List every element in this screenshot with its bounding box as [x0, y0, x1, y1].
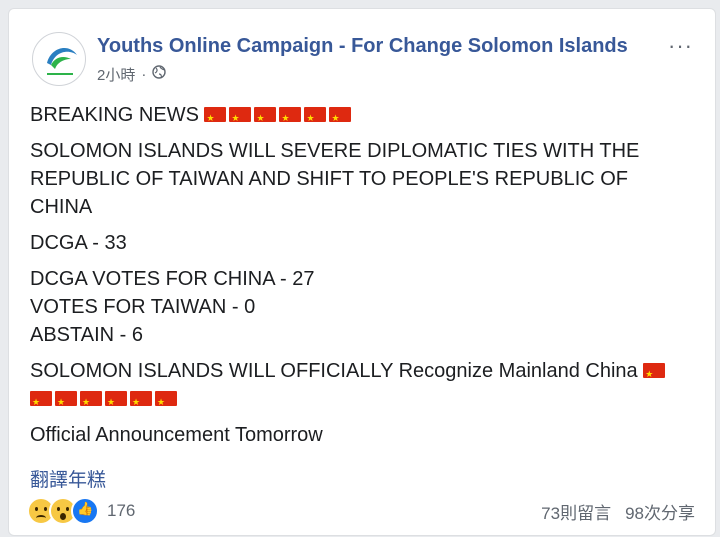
dcga-total-text: DCGA - 33	[30, 232, 127, 254]
china-flag-icon	[155, 389, 177, 417]
china-flag-icon	[55, 389, 77, 417]
china-flag-icon	[105, 389, 127, 417]
china-flag-icon	[130, 389, 152, 417]
abstain-text: ABSTAIN - 6	[30, 324, 143, 346]
translate-link[interactable]: 翻譯年糕	[30, 465, 106, 492]
recognize-paragraph: SOLOMON ISLANDS WILL OFFICIALLY Recogniz…	[30, 357, 695, 417]
post-body: BREAKING NEWS SOLOMON ISLANDS WILL SEVER…	[30, 101, 695, 457]
breaking-text: BREAKING NEWS	[30, 104, 199, 126]
shares-count-link[interactable]: 98次分享	[625, 499, 695, 524]
post-time[interactable]: 2小時	[97, 64, 135, 85]
post-card: Youths Online Campaign - For Change Solo…	[8, 8, 716, 536]
recognize-text: SOLOMON ISLANDS WILL OFFICIALLY Recogniz…	[30, 360, 638, 382]
severe-ties-text: SOLOMON ISLANDS WILL SEVERE DIPLOMATIC T…	[30, 140, 640, 218]
globe-icon	[152, 65, 167, 83]
china-flag-icon	[254, 105, 277, 133]
china-flag-icon	[279, 105, 302, 133]
like-reaction-icon	[71, 497, 99, 525]
china-flag-icon	[329, 105, 352, 133]
vote-results: DCGA VOTES FOR CHINA - 27 VOTES FOR TAIW…	[30, 265, 695, 349]
votes-china-text: DCGA VOTES FOR CHINA - 27	[30, 268, 315, 290]
page-avatar[interactable]	[32, 32, 86, 86]
more-icon: ···	[668, 33, 693, 58]
reaction-count: 176	[107, 501, 136, 520]
more-options-button[interactable]: ···	[668, 33, 693, 59]
post-meta: 2小時 ·	[97, 64, 167, 85]
china-flag-icon	[204, 105, 227, 133]
announcement-text: Official Announcement Tomorrow	[30, 424, 323, 446]
meta-separator: ·	[141, 65, 147, 83]
reactions-summary[interactable]: 176	[27, 497, 135, 525]
votes-taiwan-text: VOTES FOR TAIWAN - 0	[30, 296, 256, 318]
headline: BREAKING NEWS	[30, 101, 695, 133]
china-flag-icon	[80, 389, 102, 417]
post-stats: 73則留言 98次分享	[541, 499, 695, 524]
post-footer: 176 73則留言 98次分享	[27, 496, 695, 526]
comments-count-link[interactable]: 73則留言	[541, 499, 611, 524]
china-flag-icon	[304, 105, 327, 133]
china-flag-icon	[643, 361, 666, 389]
page-name-link[interactable]: Youths Online Campaign - For Change Solo…	[97, 34, 628, 58]
china-flags	[204, 104, 354, 133]
china-flag-icon	[229, 105, 252, 133]
china-flag-icon	[30, 389, 52, 417]
